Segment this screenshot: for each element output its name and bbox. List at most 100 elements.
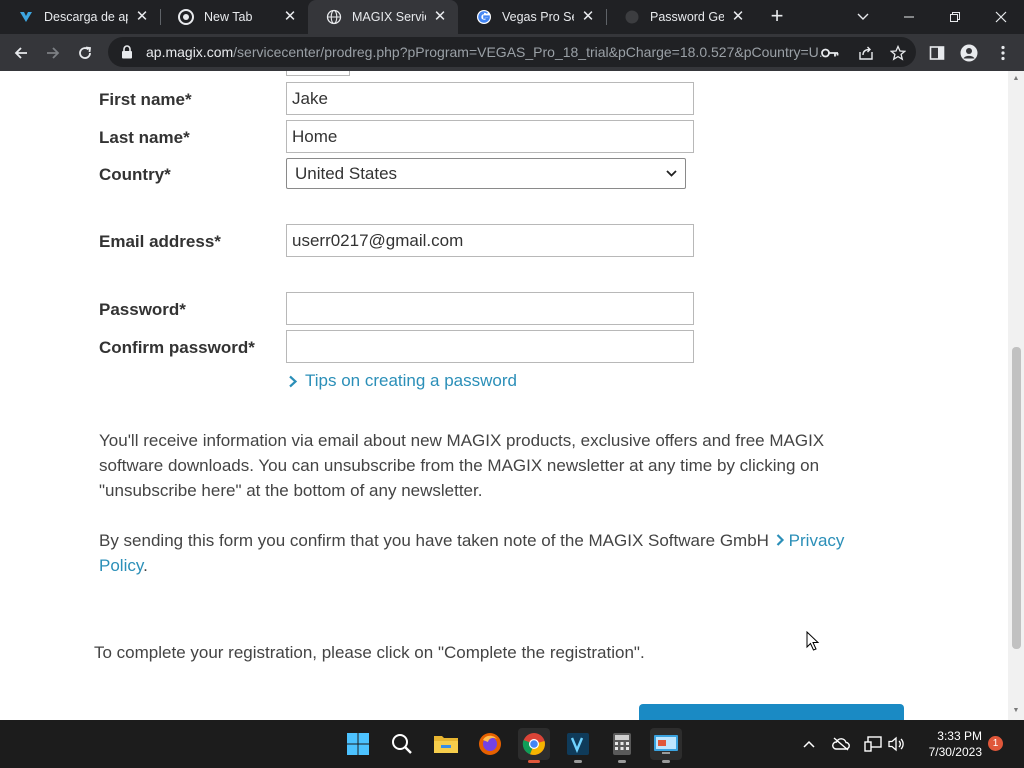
key-icon[interactable] [820, 43, 840, 63]
running-indicator [618, 760, 626, 763]
mouse-cursor-icon [806, 631, 820, 651]
running-indicator [662, 760, 670, 763]
close-icon[interactable]: ✕ [282, 9, 298, 25]
privacy-notice: By sending this form you confirm that yo… [99, 528, 889, 578]
chrome-icon[interactable] [518, 728, 550, 763]
side-panel-icon [929, 46, 945, 60]
close-window-button[interactable] [978, 0, 1024, 34]
back-button[interactable] [8, 40, 34, 66]
email-label: Email address* [99, 232, 221, 251]
country-select[interactable]: United States [286, 158, 686, 189]
globe-favicon [326, 9, 342, 25]
address-bar[interactable]: ap.magix.com/servicecenter/prodreg.php?p… [108, 37, 916, 67]
tab-search-button[interactable] [840, 0, 886, 34]
scroll-up-arrow-icon[interactable]: ▲ [1012, 75, 1020, 83]
kebab-menu-icon [1001, 45, 1005, 61]
password-input[interactable] [286, 292, 694, 325]
forward-button[interactable] [40, 40, 66, 66]
last-name-label: Last name* [99, 128, 190, 147]
privacy-period: . [143, 556, 148, 575]
lock-icon[interactable] [118, 43, 136, 61]
tab-title: Password Gener [650, 10, 724, 24]
country-label: Country* [99, 165, 171, 184]
title-select-partial[interactable] [286, 71, 350, 76]
url-path: /servicecenter/prodreg.php?pProgram=VEGA… [233, 44, 826, 60]
close-icon[interactable]: ✕ [580, 9, 596, 25]
chevron-down-icon [666, 170, 677, 177]
avatar-icon [960, 44, 978, 62]
notification-badge[interactable]: 1 [988, 736, 1003, 751]
reload-button[interactable] [72, 40, 98, 66]
system-clock[interactable]: 3:33 PM 7/30/2023 [908, 728, 982, 760]
clock-time: 3:33 PM [937, 729, 982, 743]
confirm-password-input[interactable] [286, 330, 694, 363]
page-scrollbar[interactable]: ▲ ▼ [1008, 71, 1024, 720]
file-explorer-icon[interactable] [430, 728, 462, 760]
control-panel-icon[interactable] [650, 728, 682, 763]
search-icon[interactable] [386, 728, 418, 760]
generic-favicon [624, 9, 640, 25]
browser-toolbar: ap.magix.com/servicecenter/prodreg.php?p… [0, 34, 1024, 71]
windows-start-icon[interactable] [342, 728, 374, 760]
reload-icon [79, 46, 92, 59]
bookmark-star-icon[interactable] [888, 43, 908, 63]
close-icon[interactable]: ✕ [432, 9, 448, 25]
windows-taskbar: 3:33 PM 7/30/2023 1 [0, 720, 1024, 768]
close-icon[interactable]: ✕ [134, 9, 150, 25]
tab-password-generator[interactable]: Password Gener ✕ [606, 0, 756, 34]
restore-button[interactable] [932, 0, 978, 34]
password-tips-text: Tips on creating a password [305, 371, 517, 390]
scroll-down-arrow-icon[interactable]: ▼ [1012, 707, 1020, 715]
restore-icon [950, 12, 960, 22]
password-tips-link[interactable]: Tips on creating a password [288, 371, 517, 391]
google-favicon [476, 9, 492, 25]
tab-strip: Descarga de app ✕ New Tab ✕ MAGIX Servic… [0, 0, 1024, 34]
password-label: Password* [99, 300, 186, 319]
firefox-icon[interactable] [474, 728, 506, 760]
tab-title: Vegas Pro Serial [502, 10, 574, 24]
share-icon[interactable] [856, 43, 876, 63]
clock-date: 7/30/2023 [928, 745, 982, 759]
page-viewport: First name* Jake Last name* Home Country… [0, 71, 1008, 720]
complete-registration-instruction: To complete your registration, please cl… [94, 643, 645, 662]
url-host: ap.magix.com [146, 44, 234, 60]
tab-title: Descarga de app [44, 10, 128, 24]
vegas-pro-icon[interactable] [562, 728, 594, 763]
close-icon[interactable]: ✕ [730, 9, 746, 25]
tab-magix-service[interactable]: MAGIX Service C ✕ [308, 0, 458, 34]
arrow-left-icon [14, 47, 27, 59]
country-selected-value: United States [295, 163, 398, 183]
show-hidden-icons-chevron-up-icon[interactable] [799, 734, 819, 754]
newsletter-notice: You'll receive information via email abo… [99, 431, 825, 500]
tab-new-tab[interactable]: New Tab ✕ [160, 0, 308, 34]
side-panel-button[interactable] [927, 43, 947, 63]
tab-vegas-serial[interactable]: Vegas Pro Serial ✕ [458, 0, 606, 34]
arrow-right-icon [47, 47, 60, 59]
last-name-input[interactable]: Home [286, 120, 694, 153]
confirm-password-label: Confirm password* [99, 338, 255, 357]
menu-button[interactable] [993, 43, 1013, 63]
onedrive-cloud-icon[interactable] [831, 734, 851, 754]
profile-button[interactable] [959, 43, 979, 63]
minimize-button[interactable] [886, 0, 932, 34]
email-input[interactable]: userr0217@gmail.com [286, 224, 694, 257]
first-name-input[interactable]: Jake [286, 82, 694, 115]
tab-descarga[interactable]: Descarga de app ✕ [0, 0, 160, 34]
first-name-label: First name* [99, 90, 192, 109]
tab-title: New Tab [204, 10, 253, 24]
download-favicon [18, 9, 34, 25]
minimize-icon [904, 16, 914, 18]
scrollbar-thumb[interactable] [1012, 347, 1021, 649]
chrome-favicon [178, 9, 194, 25]
tab-title: MAGIX Service C [352, 10, 426, 24]
chevron-right-icon [776, 534, 784, 546]
close-icon [995, 11, 1007, 23]
new-tab-button[interactable]: + [766, 5, 788, 28]
network-icon[interactable] [863, 734, 883, 754]
calculator-icon[interactable] [606, 728, 638, 763]
privacy-notice-text: By sending this form you confirm that yo… [99, 531, 769, 550]
running-indicator [574, 760, 582, 763]
url-text[interactable]: ap.magix.com/servicecenter/prodreg.php?p… [146, 44, 826, 60]
complete-registration-button[interactable] [639, 704, 904, 720]
volume-icon[interactable] [886, 734, 906, 754]
